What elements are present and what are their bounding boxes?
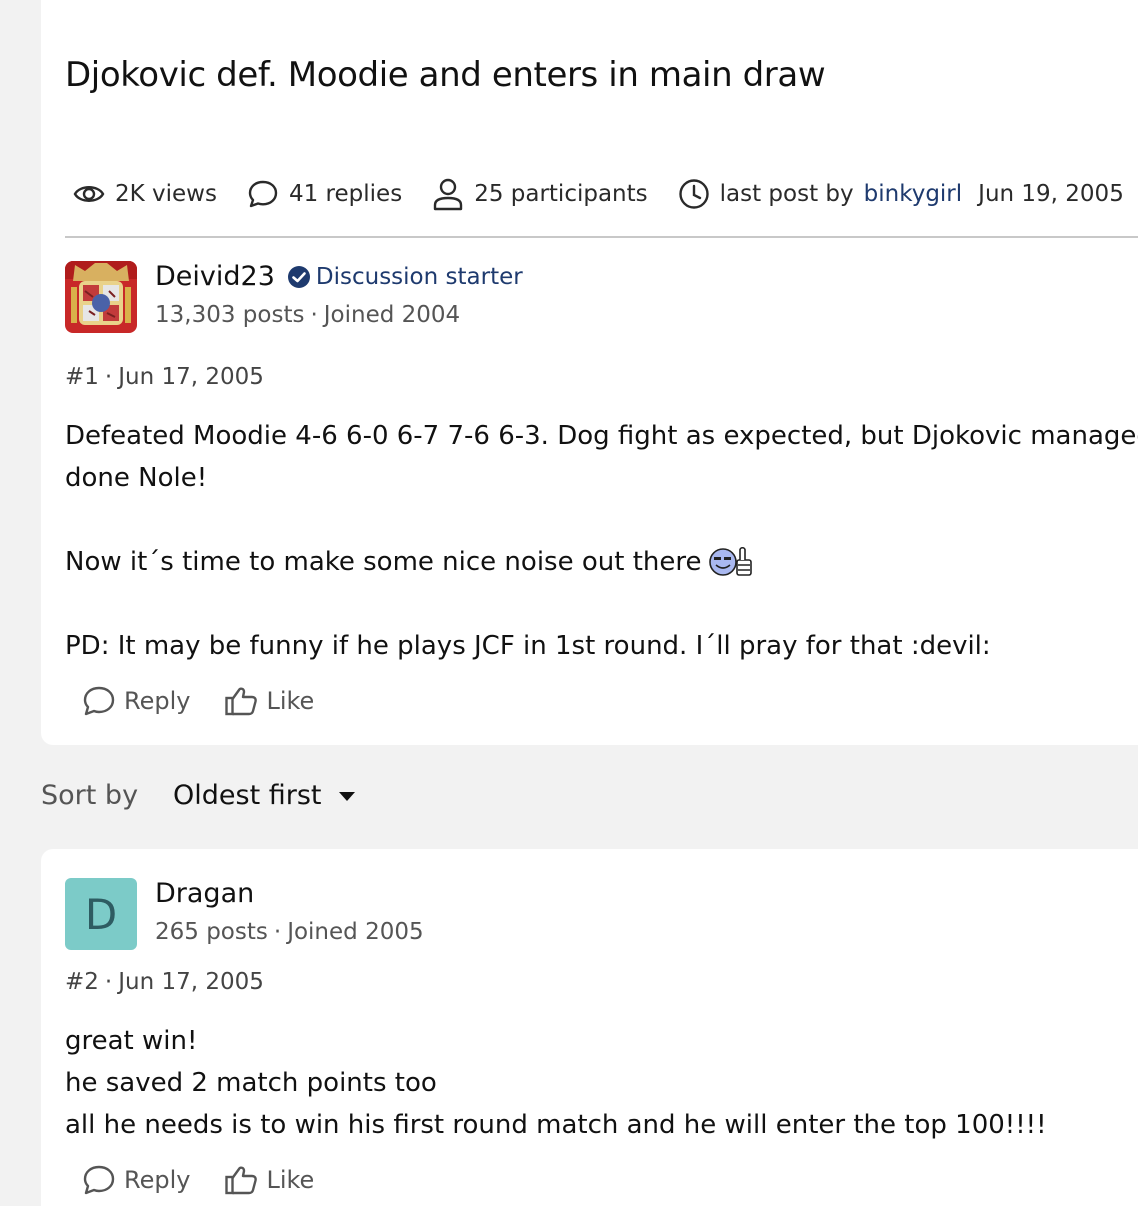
sort-label: Sort by bbox=[41, 780, 139, 811]
replies-stat: 41 replies bbox=[247, 172, 402, 216]
reply-button[interactable]: Reply bbox=[82, 1164, 190, 1196]
person-icon bbox=[433, 178, 463, 211]
post-date[interactable]: Jun 17, 2005 bbox=[118, 969, 264, 995]
last-post-stat: last post by binkygirl Jun 19, 2005 bbox=[678, 172, 1124, 216]
thumbs-up-icon bbox=[225, 687, 258, 716]
post-body-line: Now it´s time to make some nice noise ou… bbox=[65, 547, 702, 577]
post-number-date: #1 · Jun 17, 2005 bbox=[65, 364, 264, 390]
post-header: D Dragan 265 posts · Joined 2005 bbox=[65, 878, 424, 950]
post-actions: Reply Like bbox=[82, 685, 314, 717]
post-header: Deivid23 Discussion starter 13,303 posts… bbox=[65, 261, 523, 333]
reply-label: Reply bbox=[124, 1166, 191, 1194]
last-post-user-link[interactable]: binkygirl bbox=[864, 181, 963, 207]
post-number-date: #2 · Jun 17, 2005 bbox=[65, 969, 264, 995]
sort-dropdown[interactable]: Oldest first bbox=[173, 780, 356, 811]
verified-check-icon bbox=[287, 265, 310, 288]
user-meta: 13,303 posts · Joined 2004 bbox=[155, 302, 461, 328]
posts-count: 265 posts bbox=[155, 919, 268, 945]
views-stat: 2K views bbox=[73, 172, 217, 216]
views-count: 2K views bbox=[115, 181, 217, 207]
joined-date: Joined 2004 bbox=[323, 302, 461, 328]
post-date[interactable]: Jun 17, 2005 bbox=[118, 364, 264, 390]
thread-stats-bar: 2K views 41 replies 25 participants last… bbox=[65, 172, 1138, 238]
post-body-line: all he needs is to win his first round m… bbox=[65, 1110, 1047, 1140]
post-body-line: great win! bbox=[65, 1026, 198, 1056]
badge-label: Discussion starter bbox=[315, 263, 523, 290]
participants-stat: 25 participants bbox=[432, 172, 648, 216]
post-body-line: Defeated Moodie 4-6 6-0 6-7 7-6 6-3. Dog… bbox=[65, 421, 1138, 451]
clock-icon bbox=[678, 179, 709, 209]
reply-icon bbox=[83, 1165, 115, 1195]
coat-of-arms-avatar-image bbox=[65, 261, 137, 333]
caret-down-icon bbox=[338, 791, 355, 801]
post-body-line: he saved 2 match points too bbox=[65, 1068, 437, 1098]
user-meta: 265 posts · Joined 2005 bbox=[155, 919, 424, 945]
username-row: Dragan bbox=[155, 878, 424, 909]
participants-count: 25 participants bbox=[474, 181, 648, 207]
like-label: Like bbox=[266, 687, 315, 715]
reply-button[interactable]: Reply bbox=[82, 685, 190, 717]
joined-date: Joined 2005 bbox=[287, 919, 424, 945]
post-body: Defeated Moodie 4-6 6-0 6-7 7-6 6-3. Dog… bbox=[65, 415, 1138, 667]
discussion-starter-badge: Discussion starter bbox=[287, 264, 523, 290]
post-body: great win! he saved 2 match points too a… bbox=[65, 1020, 1047, 1146]
reply-label: Reply bbox=[124, 687, 191, 715]
page: Djokovic def. Moodie and enters in main … bbox=[0, 0, 1138, 1206]
post-number[interactable]: #2 bbox=[65, 969, 99, 995]
last-post-date[interactable]: Jun 19, 2005 bbox=[978, 181, 1124, 207]
replies-count: 41 replies bbox=[288, 181, 403, 207]
posts-count: 13,303 posts bbox=[155, 302, 305, 328]
post-body-line: PD: It may be funny if he plays JCF in 1… bbox=[65, 631, 991, 661]
username[interactable]: Dragan bbox=[155, 878, 254, 909]
post-actions: Reply Like bbox=[82, 1164, 314, 1196]
reply-icon bbox=[83, 686, 115, 716]
thread-title: Djokovic def. Moodie and enters in main … bbox=[65, 55, 826, 95]
post-body-line: done Nole! bbox=[65, 463, 208, 493]
post-body-line-with-smiley: Now it´s time to make some nice noise ou… bbox=[65, 541, 1138, 583]
smiley-thumbs-up-icon bbox=[709, 546, 753, 576]
last-post-label: last post by bbox=[719, 181, 854, 207]
avatar[interactable]: D bbox=[65, 878, 137, 950]
sort-value: Oldest first bbox=[173, 780, 322, 811]
like-label: Like bbox=[266, 1166, 315, 1194]
user-info: Dragan 265 posts · Joined 2005 bbox=[155, 878, 424, 950]
username[interactable]: Deivid23 bbox=[155, 261, 275, 292]
user-info: Deivid23 Discussion starter 13,303 posts… bbox=[155, 261, 523, 333]
chat-bubble-icon bbox=[248, 180, 278, 208]
avatar[interactable] bbox=[65, 261, 137, 333]
eye-icon bbox=[73, 186, 105, 202]
thumbs-up-icon bbox=[225, 1166, 258, 1195]
post-number[interactable]: #1 bbox=[65, 364, 99, 390]
like-button[interactable]: Like bbox=[224, 685, 314, 717]
like-button[interactable]: Like bbox=[224, 1164, 314, 1196]
username-row: Deivid23 Discussion starter bbox=[155, 261, 523, 292]
